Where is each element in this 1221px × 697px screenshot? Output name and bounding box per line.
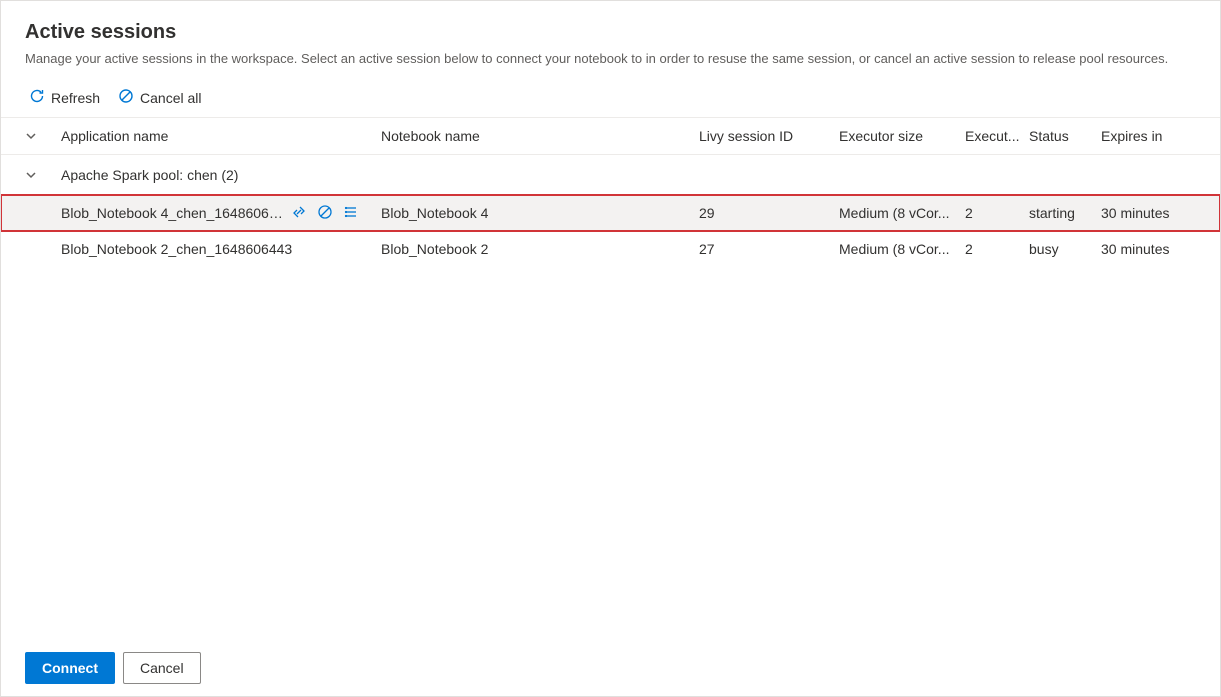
cancel-all-label: Cancel all: [140, 90, 201, 106]
view-details-icon[interactable]: [343, 204, 359, 223]
toolbar: Refresh Cancel all: [1, 78, 1220, 118]
col-header-expires[interactable]: Expires in: [1101, 128, 1201, 144]
col-header-livy[interactable]: Livy session ID: [699, 128, 839, 144]
session-row[interactable]: Blob_Notebook 4_chen_16486065... Blob_No…: [1, 195, 1220, 231]
cell-exec-size: Medium (8 vCor...: [839, 205, 965, 221]
cell-status: starting: [1029, 205, 1101, 221]
refresh-icon: [29, 88, 45, 107]
panel-header: Active sessions Manage your active sessi…: [1, 1, 1220, 78]
cell-expires: 30 minutes: [1101, 205, 1201, 221]
active-sessions-panel: Active sessions Manage your active sessi…: [0, 0, 1221, 697]
cell-app-name: Blob_Notebook 4_chen_16486065...: [61, 205, 285, 221]
group-label: Apache Spark pool: chen (2): [61, 167, 238, 183]
panel-footer: Connect Cancel: [1, 640, 1220, 696]
connect-icon[interactable]: [291, 204, 307, 223]
refresh-button[interactable]: Refresh: [29, 86, 100, 109]
cell-notebook-name: Blob_Notebook 4: [381, 205, 699, 221]
cell-exec-count: 2: [965, 205, 1029, 221]
cell-exec-size: Medium (8 vCor...: [839, 241, 965, 257]
col-header-notebook-name[interactable]: Notebook name: [381, 128, 699, 144]
sessions-grid: Application name Notebook name Livy sess…: [1, 118, 1220, 640]
cell-notebook-name: Blob_Notebook 2: [381, 241, 699, 257]
cancel-button[interactable]: Cancel: [123, 652, 201, 684]
cell-livy: 27: [699, 241, 839, 257]
connect-button[interactable]: Connect: [25, 652, 115, 684]
row-actions: [291, 204, 371, 223]
col-header-status[interactable]: Status: [1029, 128, 1101, 144]
cancel-all-button[interactable]: Cancel all: [118, 86, 201, 109]
panel-subtitle: Manage your active sessions in the works…: [25, 50, 1196, 68]
grid-header: Application name Notebook name Livy sess…: [1, 118, 1220, 155]
cancel-session-icon[interactable]: [317, 204, 333, 223]
col-header-exec-count[interactable]: Execut...: [965, 128, 1029, 144]
group-row[interactable]: Apache Spark pool: chen (2): [1, 155, 1220, 195]
cell-status: busy: [1029, 241, 1101, 257]
cancel-all-icon: [118, 88, 134, 107]
chevron-down-icon: [25, 130, 37, 142]
chevron-down-icon: [25, 169, 37, 181]
col-header-exec-size[interactable]: Executor size: [839, 128, 965, 144]
cell-expires: 30 minutes: [1101, 241, 1201, 257]
refresh-label: Refresh: [51, 90, 100, 106]
panel-title: Active sessions: [25, 21, 1196, 44]
col-header-app-name[interactable]: Application name: [61, 128, 381, 144]
cell-exec-count: 2: [965, 241, 1029, 257]
group-expand-toggle[interactable]: [1, 169, 61, 181]
cell-app-name: Blob_Notebook 2_chen_1648606443: [61, 241, 292, 257]
cell-livy: 29: [699, 205, 839, 221]
expand-all-toggle[interactable]: [1, 130, 61, 142]
session-row[interactable]: Blob_Notebook 2_chen_1648606443 Blob_Not…: [1, 231, 1220, 267]
